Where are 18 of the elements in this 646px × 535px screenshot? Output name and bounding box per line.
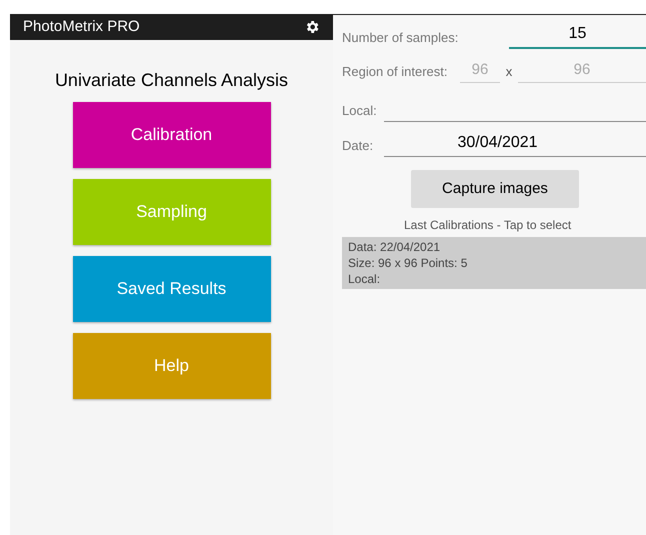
menu-button[interactable]: Saved Results (72, 256, 270, 322)
field-label: Number of samples: (342, 28, 460, 47)
app-title: PhotoMetrix PRO (23, 16, 140, 37)
menu-button[interactable]: Calibration (72, 102, 270, 168)
field-label: Region of interest: (342, 62, 449, 81)
field-label: Date: (342, 136, 374, 154)
capture-button[interactable]: Capture images (411, 170, 579, 208)
calibration-item[interactable]: Data: 22/04/2021 Size: 96 x 96 Points: 5 Local: (342, 237, 646, 289)
times-separator: x (504, 62, 514, 80)
item-text: Local: (348, 271, 382, 287)
list-caption: Last Calibrations - Tap to select (403, 217, 572, 234)
settings-icon[interactable] (304, 19, 320, 35)
item-text: Data: 22/04/2021 (348, 239, 442, 255)
screen-heading: Univariate Channels Analysis (54, 69, 290, 92)
date-field[interactable]: 30/04/2021 (384, 131, 646, 157)
field-label: Local: (342, 102, 378, 120)
item-text: Size: 96 x 96 Points: 5 (348, 255, 468, 271)
samples-field[interactable]: 15 (509, 22, 646, 49)
